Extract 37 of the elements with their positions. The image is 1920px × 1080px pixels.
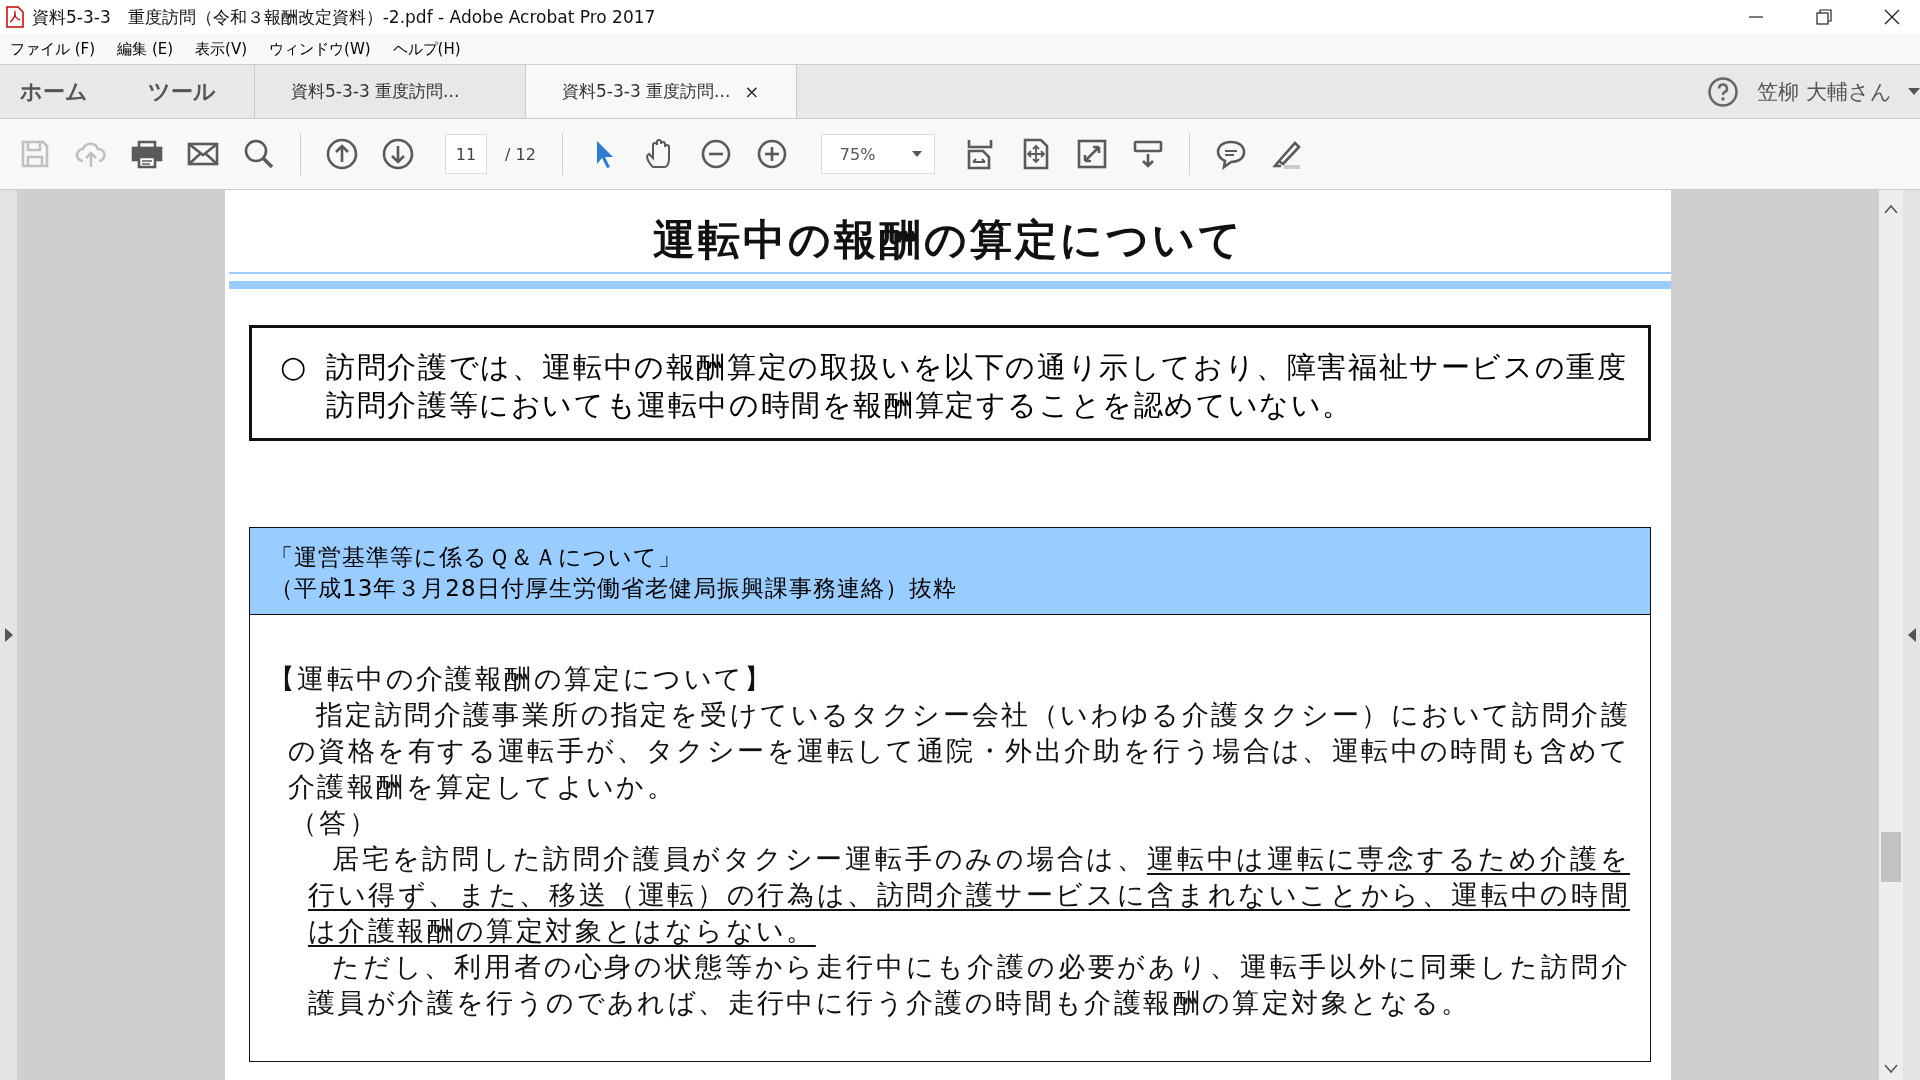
menu-item[interactable]: 表示(V): [195, 39, 248, 59]
pdf-file-icon: [6, 6, 24, 28]
nav-tab[interactable]: ツール: [128, 65, 216, 118]
close-tab-button[interactable]: ×: [744, 81, 760, 102]
question-text: 指定訪問介護事業所の指定を受けているタクシー会社（いわゆる介護タクシー）において訪問介護の資格を有する運転手が、タクシーを運転して通院・外出介助を行う場合は、運転中の時間も含めて介護報酬を算定してよいか。: [288, 698, 1630, 804]
menu-item[interactable]: 編集 (E): [117, 39, 174, 59]
menu-item[interactable]: ヘルプ(H): [392, 39, 461, 59]
answer-text: ただし、利用者の心身の状態等から走行中にも介護の必要があり、運転手以外に同乗した訪問介護員が介護を行うのであれば、走行中に行う介護の時間も介護報酬の算定対象となる。: [308, 950, 1630, 1020]
tab-label: 資料5-3-3 重度訪問...: [562, 80, 731, 103]
nav-tab[interactable]: ホーム: [0, 65, 88, 118]
window-title: 資料5-3-3 重度訪問（令和３報酬改定資料）-2.pdf - Adobe Acrobat Pro 2017: [32, 5, 656, 29]
expand-left-panel-icon[interactable]: [3, 627, 14, 643]
scrollbar-thumb[interactable]: [1881, 831, 1901, 882]
source-line: （平成13年３月28日付厚生労働省老健局振興課事務連絡）抜粋: [270, 574, 958, 603]
menu-item[interactable]: ファイル (F): [10, 39, 96, 59]
page-title: 運転中の報酬の算定について: [651, 214, 1245, 262]
answer-label: （答）: [290, 806, 380, 840]
scroll-down-icon[interactable]: [1884, 1064, 1898, 1074]
bullet-mark: ○: [280, 348, 307, 386]
user-name[interactable]: 笠柳 大輔さん: [1757, 77, 1892, 106]
zoom-dropdown[interactable]: 75%: [820, 134, 935, 174]
tab-label: 資料5-3-3 重度訪問...: [291, 80, 460, 103]
page-number-field[interactable]: 11: [445, 134, 487, 174]
page-total: / 12: [505, 144, 536, 164]
caret-icon[interactable]: [911, 151, 922, 157]
expand-right-panel-icon[interactable]: [1906, 627, 1917, 643]
summary-text: 訪問介護では、運転中の報酬算定の取扱いを以下の通り示しており、障害福祉サービスの重度訪問介護等においても運転中の時間を報酬算定することを認めていない。: [326, 349, 1629, 424]
close-icon[interactable]: [1884, 9, 1900, 25]
menu-item[interactable]: ウィンドウ(W): [269, 39, 371, 59]
caret-icon[interactable]: [1908, 87, 1920, 96]
question-heading: 【運転中の介護報酬の算定について】: [268, 662, 775, 696]
scroll-up-icon[interactable]: [1884, 204, 1898, 214]
restore-icon[interactable]: [1816, 9, 1832, 25]
source-line: 「運営基準等に係るＱ＆Ａについて」: [270, 543, 683, 572]
help-icon[interactable]: [1707, 75, 1740, 108]
document-tab[interactable]: 資料5-3-3 重度訪問... ×: [525, 65, 797, 118]
answer-text: 居宅を訪問した訪問介護員がタクシー運転手のみの場合は、運転中は運転に専念するため介護を行い得ず、また、移送（運転）の行為は、訪問介護サービスに含まれないことから、運転中の時間は介護報酬の算定対象とはならない。: [308, 842, 1630, 948]
